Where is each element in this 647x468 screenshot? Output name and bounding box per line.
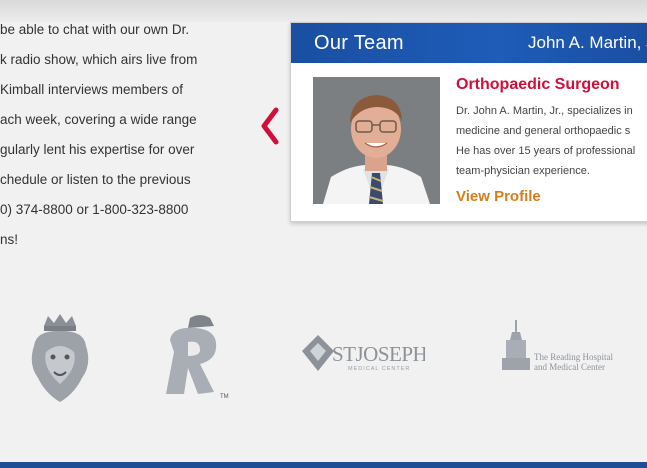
previous-arrow-button[interactable] xyxy=(258,106,284,146)
top-strip xyxy=(0,0,647,22)
team-card: Our Team John A. Martin, J Orthopaedic S xyxy=(290,22,647,222)
story-line: ach week, covering a wide range xyxy=(0,112,197,127)
story-line: 0) 374-8800 or 1-800-323-8800 xyxy=(0,202,189,217)
team-header: Our Team John A. Martin, J xyxy=(291,23,647,63)
member-bio: Dr. John A. Martin, Jr., specializes in … xyxy=(456,103,647,183)
story-text: be able to chat with our own Dr. k radio… xyxy=(0,20,250,260)
story-line: chedule or listen to the previous xyxy=(0,172,191,187)
st-joseph-logo[interactable]: STJOSEPH MEDICAL CENTER xyxy=(300,333,428,377)
reading-hospital-line1: The Reading Hospital xyxy=(534,352,613,362)
chevron-left-icon xyxy=(261,107,279,145)
story-line: gularly lent his expertise for over xyxy=(0,142,195,157)
story-line: ns! xyxy=(0,232,19,247)
member-role: Orthopaedic Surgeon xyxy=(456,76,620,93)
royals-r-logo[interactable]: TM xyxy=(160,312,232,400)
bio-line: medicine and general orthopaedic s xyxy=(456,125,631,137)
story-line: k radio show, which airs live from xyxy=(0,52,198,67)
bio-line: Dr. John A. Martin, Jr., specializes in xyxy=(456,105,633,117)
st-joseph-subtitle: MEDICAL CENTER xyxy=(348,366,410,372)
bio-line: He has over 15 years of professional xyxy=(456,145,636,157)
reading-hospital-icon: The Reading Hospital and Medical Center xyxy=(502,320,613,372)
lion-crest-logo[interactable] xyxy=(26,312,94,404)
team-member-name: John A. Martin, J xyxy=(528,33,647,52)
footer-bar xyxy=(0,462,647,468)
story-line: Kimball interviews members of xyxy=(0,82,184,97)
reading-hospital-logo[interactable]: The Reading Hospital and Medical Center xyxy=(500,318,620,374)
view-profile-link[interactable]: View Profile xyxy=(456,188,541,205)
st-joseph-wordmark: STJOSEPH xyxy=(332,342,425,366)
st-joseph-icon: STJOSEPH MEDICAL CENTER xyxy=(302,335,428,372)
story-line: be able to chat with our own Dr. xyxy=(0,22,190,37)
trademark-label: TM xyxy=(220,394,229,400)
team-title: Our Team xyxy=(314,32,404,54)
bio-line: team-physician experience. xyxy=(456,165,590,177)
royals-r-icon: TM xyxy=(166,315,229,400)
doctor-portrait-image xyxy=(313,77,440,204)
lion-crest-icon xyxy=(31,314,89,402)
reading-hospital-line2: and Medical Center xyxy=(534,362,605,372)
doctor-photo xyxy=(313,77,440,204)
